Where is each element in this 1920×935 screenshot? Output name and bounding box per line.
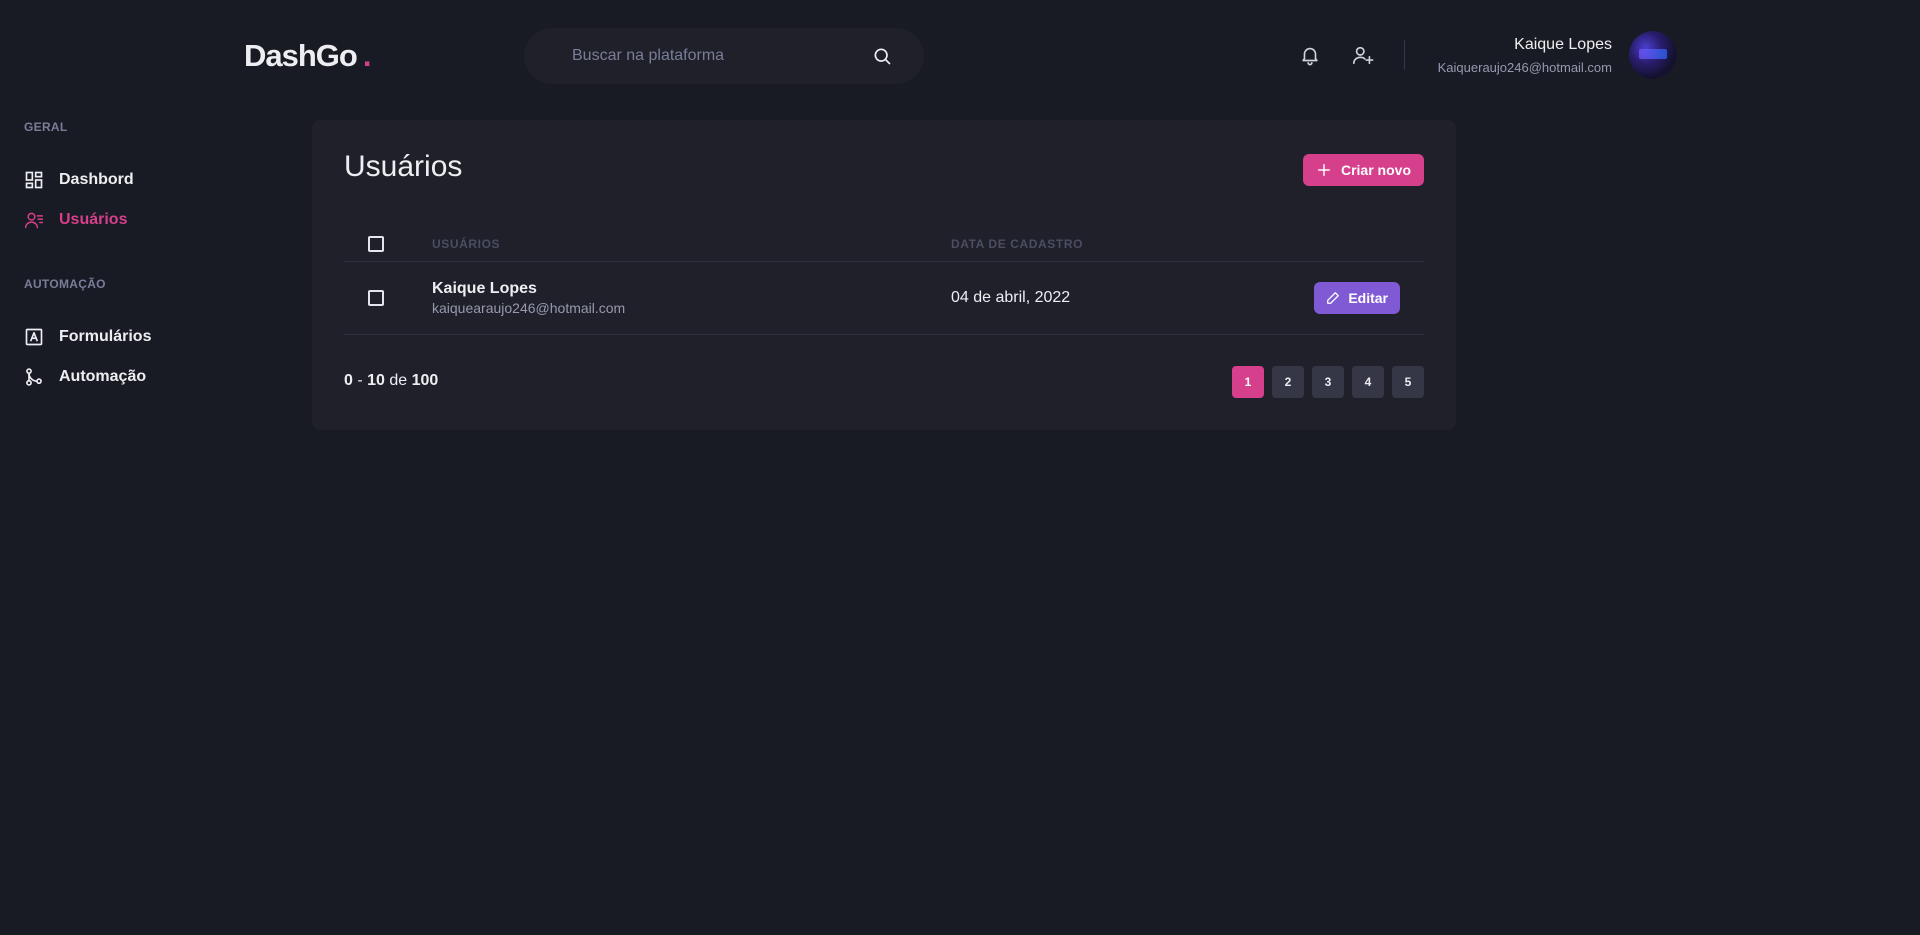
- edit-label: Editar: [1348, 290, 1388, 306]
- pagination-info: 0 - 10 de 100: [344, 372, 439, 389]
- sidebar-item-dashboard[interactable]: Dashbord: [24, 160, 274, 200]
- user-email: kaiquearaujo246@hotmail.com: [432, 300, 626, 316]
- section-title-automacao: AUTOMAÇÃO: [24, 277, 106, 291]
- search-icon[interactable]: [872, 46, 892, 66]
- create-user-button[interactable]: Criar novo: [1302, 154, 1424, 186]
- logo[interactable]: DashGo.: [244, 38, 372, 74]
- git-merge-icon: [24, 367, 44, 387]
- user-name: Kaique Lopes: [432, 280, 537, 297]
- pagination: 1 2 3 4 5: [1232, 366, 1424, 398]
- logo-text: DashGo: [244, 38, 358, 73]
- users-table: USUÁRIOS DATA DE CADASTRO Kaique Lopes k…: [344, 226, 1424, 335]
- section-title-geral: GERAL: [24, 120, 68, 134]
- pencil-icon: [1326, 291, 1340, 305]
- avatar[interactable]: [1629, 31, 1677, 79]
- page-button-1[interactable]: 1: [1232, 366, 1264, 398]
- table-header: USUÁRIOS DATA DE CADASTRO: [344, 226, 1424, 262]
- sidebar: GERAL Dashbord Usuários AUTOMAÇÃO Formul…: [24, 120, 274, 397]
- profile-email: Kaiqueraujo246@hotmail.com: [1437, 60, 1612, 75]
- sidebar-item-automation[interactable]: Automação: [24, 357, 274, 397]
- header-divider: [1404, 40, 1405, 70]
- profile-name: Kaique Lopes: [1514, 36, 1612, 53]
- dashboard-icon: [24, 170, 44, 190]
- search-bar: [524, 28, 924, 84]
- user-cell: Kaique Lopes kaiquearaujo246@hotmail.com: [432, 280, 951, 316]
- sidebar-item-label: Usuários: [59, 211, 128, 228]
- page-button-3[interactable]: 3: [1312, 366, 1344, 398]
- page-button-4[interactable]: 4: [1352, 366, 1384, 398]
- registration-date: 04 de abril, 2022: [951, 289, 1071, 306]
- page-button-5[interactable]: 5: [1392, 366, 1424, 398]
- column-header-users: USUÁRIOS: [432, 236, 501, 251]
- form-icon: [24, 327, 44, 347]
- users-icon: [24, 210, 44, 230]
- row-checkbox[interactable]: [368, 290, 384, 306]
- table-row: Kaique Lopes kaiquearaujo246@hotmail.com…: [344, 262, 1424, 335]
- page-title: Usuários: [344, 150, 463, 183]
- page-button-2[interactable]: 2: [1272, 366, 1304, 398]
- top-header: DashGo. Kaique Lopes Kaiqueraujo246@hotm…: [0, 0, 1920, 110]
- logo-dot: .: [362, 38, 372, 73]
- plus-icon: [1317, 163, 1331, 177]
- sidebar-item-users[interactable]: Usuários: [24, 200, 274, 240]
- edit-button[interactable]: Editar: [1314, 282, 1400, 314]
- select-all-checkbox[interactable]: [368, 235, 384, 252]
- sidebar-item-label: Automação: [59, 368, 147, 385]
- users-card: Usuários Criar novo USUÁRIOS DATA DE CAD…: [312, 120, 1456, 430]
- column-header-date: DATA DE CADASTRO: [951, 236, 1084, 251]
- user-add-icon[interactable]: [1352, 44, 1374, 66]
- sidebar-item-label: Formulários: [59, 328, 152, 345]
- search-input[interactable]: [572, 47, 872, 65]
- bell-icon[interactable]: [1299, 44, 1321, 66]
- sidebar-item-label: Dashbord: [59, 171, 134, 188]
- sidebar-item-forms[interactable]: Formulários: [24, 317, 274, 357]
- create-user-label: Criar novo: [1340, 162, 1411, 178]
